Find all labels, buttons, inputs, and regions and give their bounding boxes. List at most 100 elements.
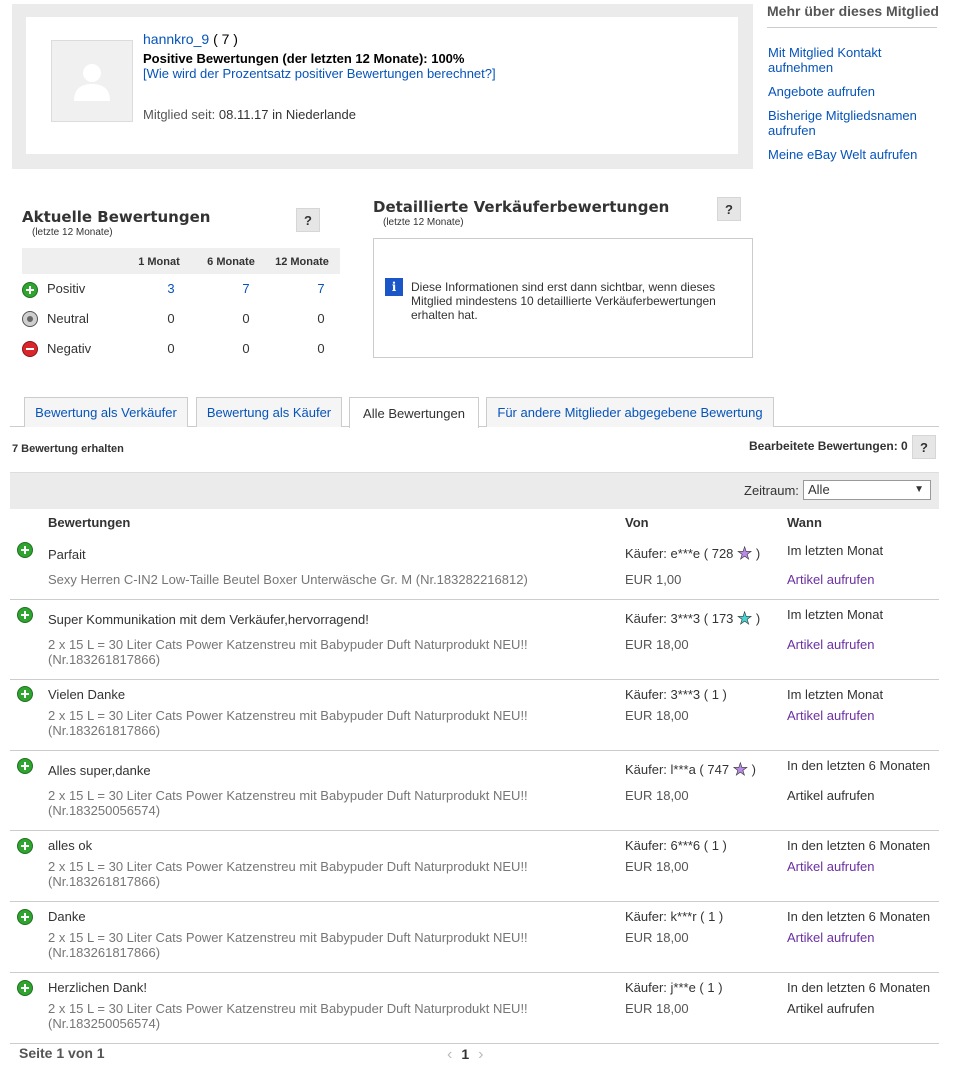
feedback-time: Im letzten Monat <box>787 607 884 622</box>
previous-usernames-link[interactable]: Bisherige Mitgliedsnamen aufrufen <box>768 108 938 138</box>
current-page[interactable]: 1 <box>461 1046 469 1062</box>
buyer-name: Käufer: k***r ( 1 ) <box>625 909 724 924</box>
detailed-ratings-title: Detaillierte Verkäuferbewertungen <box>373 198 670 216</box>
sidebar-divider <box>767 27 937 28</box>
col-from: Von <box>625 515 649 530</box>
feedback-comment: Alles super,danke <box>48 763 151 778</box>
current-feedback-title: Aktuelle Bewertungen <box>22 208 211 226</box>
tab-all-feedback[interactable]: Alle Bewertungen <box>349 397 479 428</box>
positive-rating-icon <box>17 607 33 623</box>
tab-seller-feedback[interactable]: Bewertung als Verkäufer <box>24 397 188 427</box>
view-item-link[interactable]: Artikel aufrufen <box>787 788 874 803</box>
positive-label: Positiv <box>47 281 86 296</box>
buyer-name: Käufer: 6***6 ( 1 ) <box>625 838 727 853</box>
detailed-ratings-help-button[interactable]: ? <box>717 197 741 221</box>
positive-rating-icon <box>17 838 33 854</box>
item-price: EUR 18,00 <box>625 788 689 803</box>
purple-star-icon: ★ <box>732 760 748 779</box>
col-6-months: 6 Monate <box>207 256 255 268</box>
current-feedback-subtitle: (letzte 12 Monate) <box>32 227 113 238</box>
feedback-time: Im letzten Monat <box>787 687 884 702</box>
neutral-1-month: 0 <box>167 311 175 326</box>
col-feedback: Bewertungen <box>48 515 131 530</box>
view-item-link[interactable]: Artikel aufrufen <box>787 637 874 652</box>
tab-feedback-left-for-others[interactable]: Für andere Mitglieder abgegebene Bewertu… <box>486 397 774 427</box>
positive-rating-icon <box>17 980 33 996</box>
next-page-icon[interactable]: › <box>478 1046 483 1063</box>
avatar <box>51 40 133 122</box>
username-link[interactable]: hannkro_9 <box>143 31 209 47</box>
positive-1-month[interactable]: 3 <box>151 281 191 296</box>
received-count: 7 Bewertung erhalten <box>12 443 124 455</box>
col-when: Wann <box>787 515 822 530</box>
turquoise-star-icon: ★ <box>737 609 753 628</box>
edited-count: Bearbeitete Bewertungen: 0 <box>749 439 908 453</box>
member-since-value: 08.11.17 in Niederlande <box>218 107 356 122</box>
positive-rating-icon <box>17 758 33 774</box>
prev-page-icon[interactable]: ‹ <box>447 1046 452 1063</box>
negative-12-months: 0 <box>317 341 325 356</box>
feedback-time: In den letzten 6 Monaten <box>787 980 931 995</box>
detailed-ratings-subtitle: (letzte 12 Monate) <box>383 217 464 228</box>
row-divider <box>10 679 939 680</box>
row-divider <box>10 972 939 973</box>
username-line: hannkro_9 ( 7 ) <box>143 31 238 47</box>
item-price: EUR 18,00 <box>625 930 689 945</box>
row-divider <box>10 599 939 600</box>
table-bottom-divider <box>10 1043 939 1044</box>
buyer-name: Käufer: 3***3 ( 1 ) <box>625 687 727 702</box>
sidebar-title: Mehr über dieses Mitglied <box>767 3 939 19</box>
view-listings-link[interactable]: Angebote aufrufen <box>768 84 938 99</box>
member-since-label: Mitglied seit: <box>143 107 216 122</box>
contact-member-link[interactable]: Mit Mitglied Kontakt aufnehmen <box>768 45 938 75</box>
feedback-comment: alles ok <box>48 838 93 853</box>
buyer-name: Käufer: e***e ( 728 <box>625 546 734 561</box>
item-price: EUR 1,00 <box>625 572 682 587</box>
member-since: Mitglied seit: 08.11.17 in Niederlande <box>143 107 356 122</box>
user-placeholder-icon <box>74 64 110 101</box>
positive-percentage: Positive Bewertungen (der letzten 12 Mon… <box>143 51 465 66</box>
item-title: Sexy Herren C-IN2 Low-Taille Beutel Boxe… <box>48 572 528 587</box>
feedback-time: In den letzten 6 Monaten <box>787 758 931 773</box>
how-calculated-link[interactable]: [Wie wird der Prozentsatz positiver Bewe… <box>143 66 496 81</box>
neutral-icon <box>22 311 38 327</box>
positive-icon <box>22 282 38 298</box>
item-title: 2 x 15 L = 30 Liter Cats Power Katzenstr… <box>48 637 528 667</box>
neutral-6-months: 0 <box>242 311 250 326</box>
feedback-comment: Herzlichen Dank! <box>48 980 147 995</box>
period-select[interactable]: Alle ▼ <box>803 480 931 500</box>
tab-buyer-feedback[interactable]: Bewertung als Käufer <box>196 397 342 427</box>
positive-rating-icon <box>17 686 33 702</box>
view-item-link[interactable]: Artikel aufrufen <box>787 572 874 587</box>
positive-rating-icon <box>17 542 33 558</box>
item-price: EUR 18,00 <box>625 859 689 874</box>
feedback-time: Im letzten Monat <box>787 543 884 558</box>
neutral-label: Neutral <box>47 311 89 326</box>
buyer-name: Käufer: j***e ( 1 ) <box>625 980 723 995</box>
view-item-link[interactable]: Artikel aufrufen <box>787 708 874 723</box>
current-feedback-help-button[interactable]: ? <box>296 208 320 232</box>
edited-help-button[interactable]: ? <box>912 435 936 459</box>
feedback-score: ( 7 ) <box>213 31 238 47</box>
col-1-month: 1 Monat <box>138 256 180 268</box>
view-item-link[interactable]: Artikel aufrufen <box>787 930 874 945</box>
negative-label: Negativ <box>47 341 92 356</box>
positive-12-months[interactable]: 7 <box>301 281 341 296</box>
buyer-info-close: ) <box>747 762 756 777</box>
view-item-link[interactable]: Artikel aufrufen <box>787 1001 874 1016</box>
row-divider <box>10 830 939 831</box>
feedback-comment: Vielen Danke <box>48 687 126 702</box>
buyer-name: Käufer: 3***3 ( 173 <box>625 611 734 626</box>
buyer-info: Käufer: e***e ( 728 ★ ) <box>625 545 760 563</box>
item-price: EUR 18,00 <box>625 708 689 723</box>
buyer-name: Käufer: l***a ( 747 <box>625 762 730 777</box>
positive-6-months[interactable]: 7 <box>226 281 266 296</box>
positive-rating-icon <box>17 909 33 925</box>
view-item-link[interactable]: Artikel aufrufen <box>787 859 874 874</box>
my-ebay-world-link[interactable]: Meine eBay Welt aufrufen <box>768 147 938 162</box>
negative-icon <box>22 341 38 357</box>
neutral-12-months: 0 <box>317 311 325 326</box>
feedback-comment: Super Kommunikation mit dem Verkäufer,he… <box>48 612 369 627</box>
filter-bar <box>10 472 939 509</box>
info-icon: i <box>385 278 403 296</box>
